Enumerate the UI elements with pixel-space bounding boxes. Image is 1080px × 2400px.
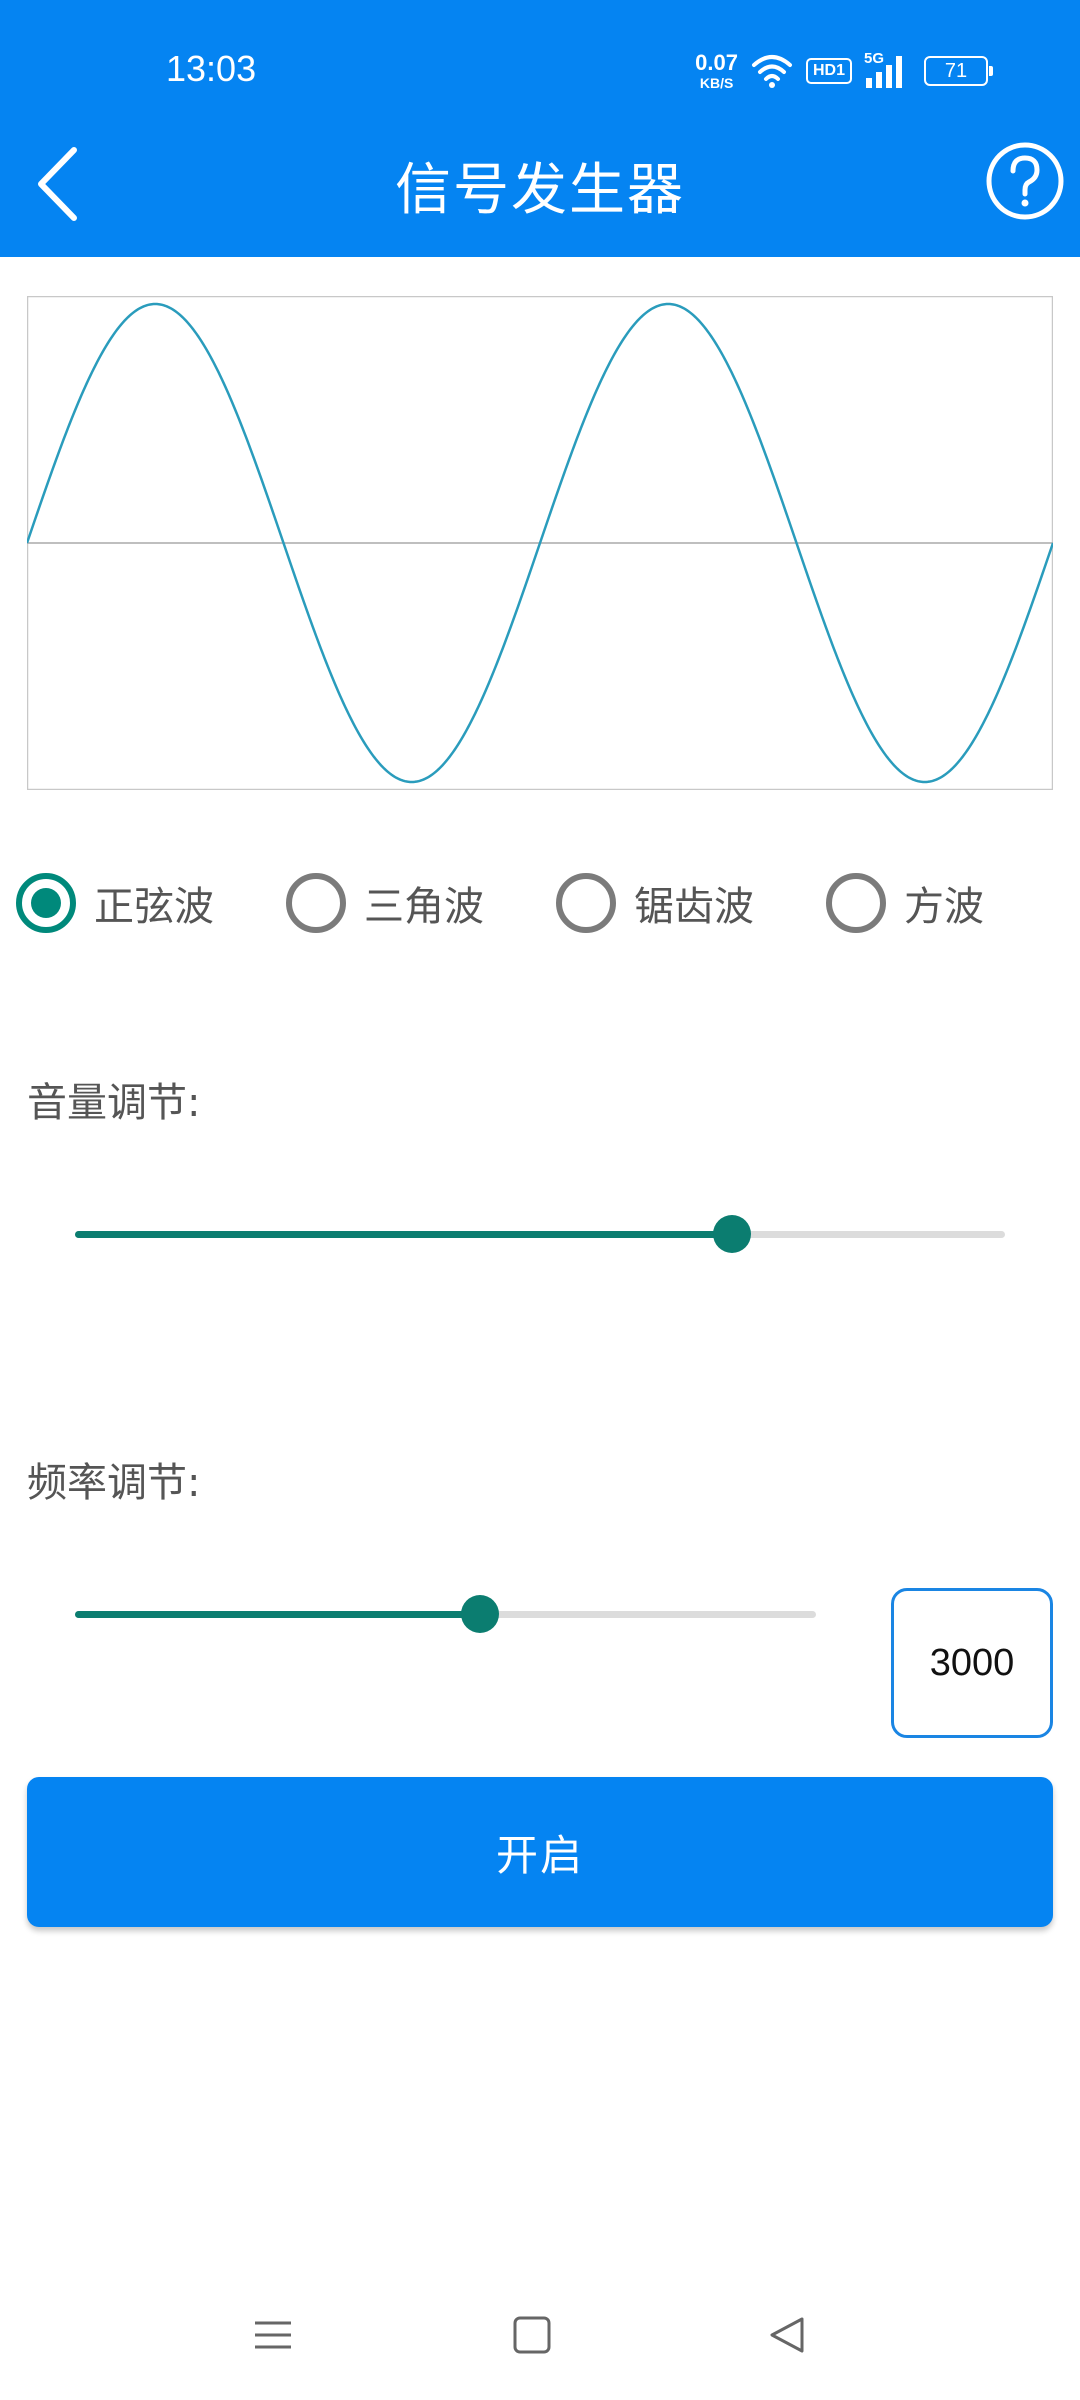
radio-square[interactable]: 方波 <box>826 870 984 936</box>
radio-button[interactable] <box>16 873 76 933</box>
status-icons: 0.07 KB/S HD1 5G 71 <box>695 48 993 94</box>
menu-icon[interactable] <box>243 2305 303 2365</box>
battery-level: 71 <box>944 59 968 82</box>
hd-badge: HD1 <box>805 58 852 84</box>
help-circle-icon <box>986 142 1064 220</box>
app-header: 13:03 0.07 KB/S HD1 5G 71 信号发生器 <box>0 0 1080 257</box>
back-triangle-icon[interactable] <box>758 2305 818 2365</box>
radio-sawtooth[interactable]: 锯齿波 <box>556 870 754 936</box>
battery-icon: 71 <box>924 56 993 86</box>
radio-label: 正弦波 <box>94 884 214 930</box>
slider-fill <box>75 1231 732 1238</box>
signal-icon: 5G <box>864 50 912 90</box>
waveform-chart <box>27 296 1053 790</box>
help-button[interactable] <box>984 140 1066 222</box>
slider-fill <box>75 1611 480 1618</box>
status-time: 13:03 <box>166 48 257 89</box>
radio-label: 三角波 <box>364 884 484 930</box>
home-square-icon[interactable] <box>502 2305 562 2365</box>
network-speed-value: 0.07 <box>695 50 738 75</box>
frequency-label: 频率调节: <box>27 1460 201 1506</box>
radio-button[interactable] <box>286 873 346 933</box>
radio-label: 锯齿波 <box>634 884 754 930</box>
volume-slider[interactable] <box>75 1214 1005 1254</box>
radio-label: 方波 <box>904 884 984 930</box>
radio-button[interactable] <box>556 873 616 933</box>
slider-thumb[interactable] <box>712 1215 751 1253</box>
frequency-input[interactable]: 3000 <box>891 1588 1053 1738</box>
volume-label: 音量调节: <box>27 1080 201 1126</box>
radio-sine[interactable]: 正弦波 <box>16 870 214 936</box>
frequency-slider[interactable] <box>75 1594 816 1634</box>
radio-triangle[interactable]: 三角波 <box>286 870 484 936</box>
network-speed-unit: KB/S <box>699 75 734 91</box>
wifi-icon <box>751 55 792 88</box>
start-button[interactable]: 开启 <box>27 1777 1053 1927</box>
network-speed: 0.07 KB/S <box>695 50 738 91</box>
radio-button[interactable] <box>826 873 886 933</box>
page-title: 信号发生器 <box>395 158 685 223</box>
slider-thumb[interactable] <box>460 1595 499 1633</box>
waveform-options: 正弦波 三角波 锯齿波 方波 <box>16 870 1080 936</box>
